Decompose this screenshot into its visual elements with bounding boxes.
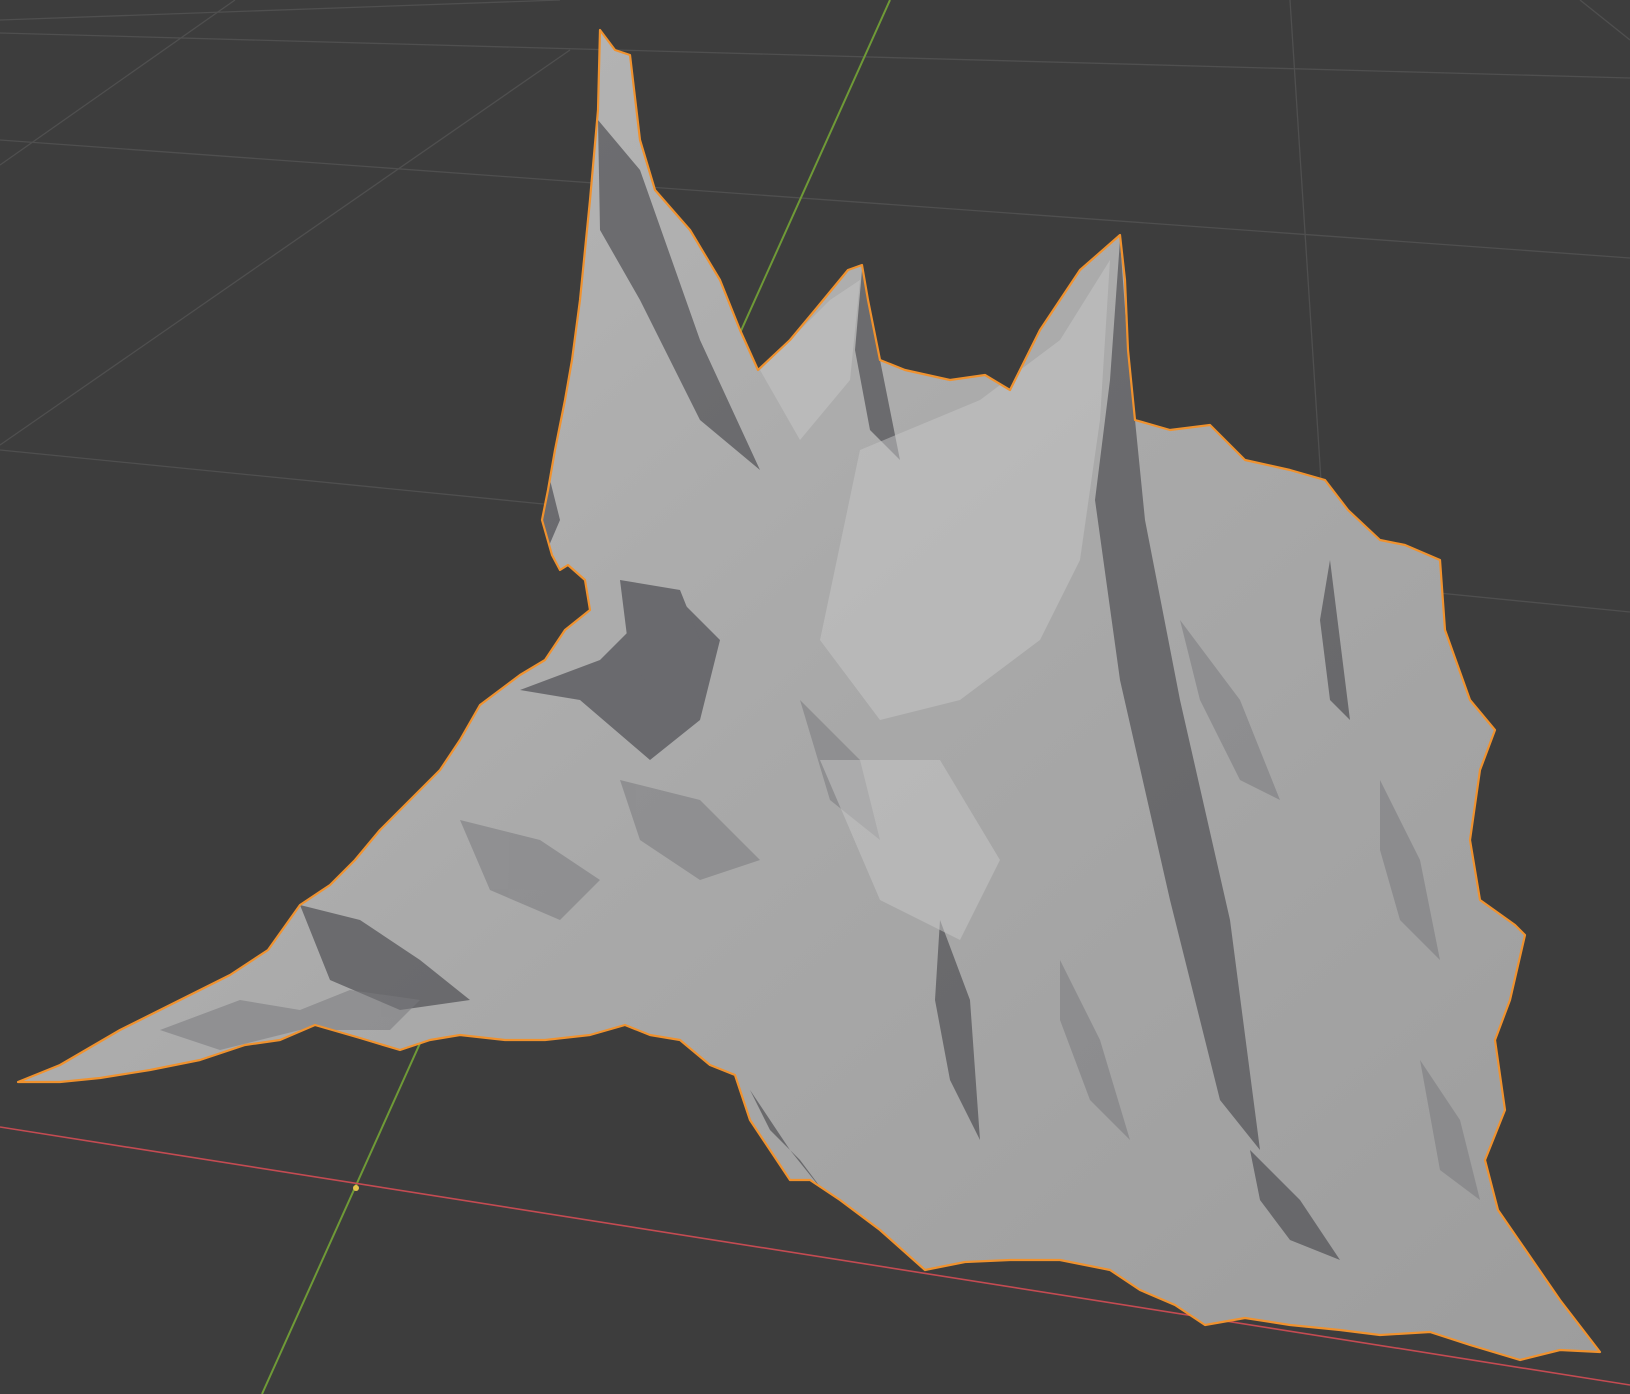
terrain-mesh[interactable] — [16, 28, 1602, 1362]
viewport-canvas[interactable] — [0, 0, 1630, 1394]
object-origin-icon[interactable] — [353, 1185, 359, 1191]
3d-viewport[interactable] — [0, 0, 1630, 1394]
